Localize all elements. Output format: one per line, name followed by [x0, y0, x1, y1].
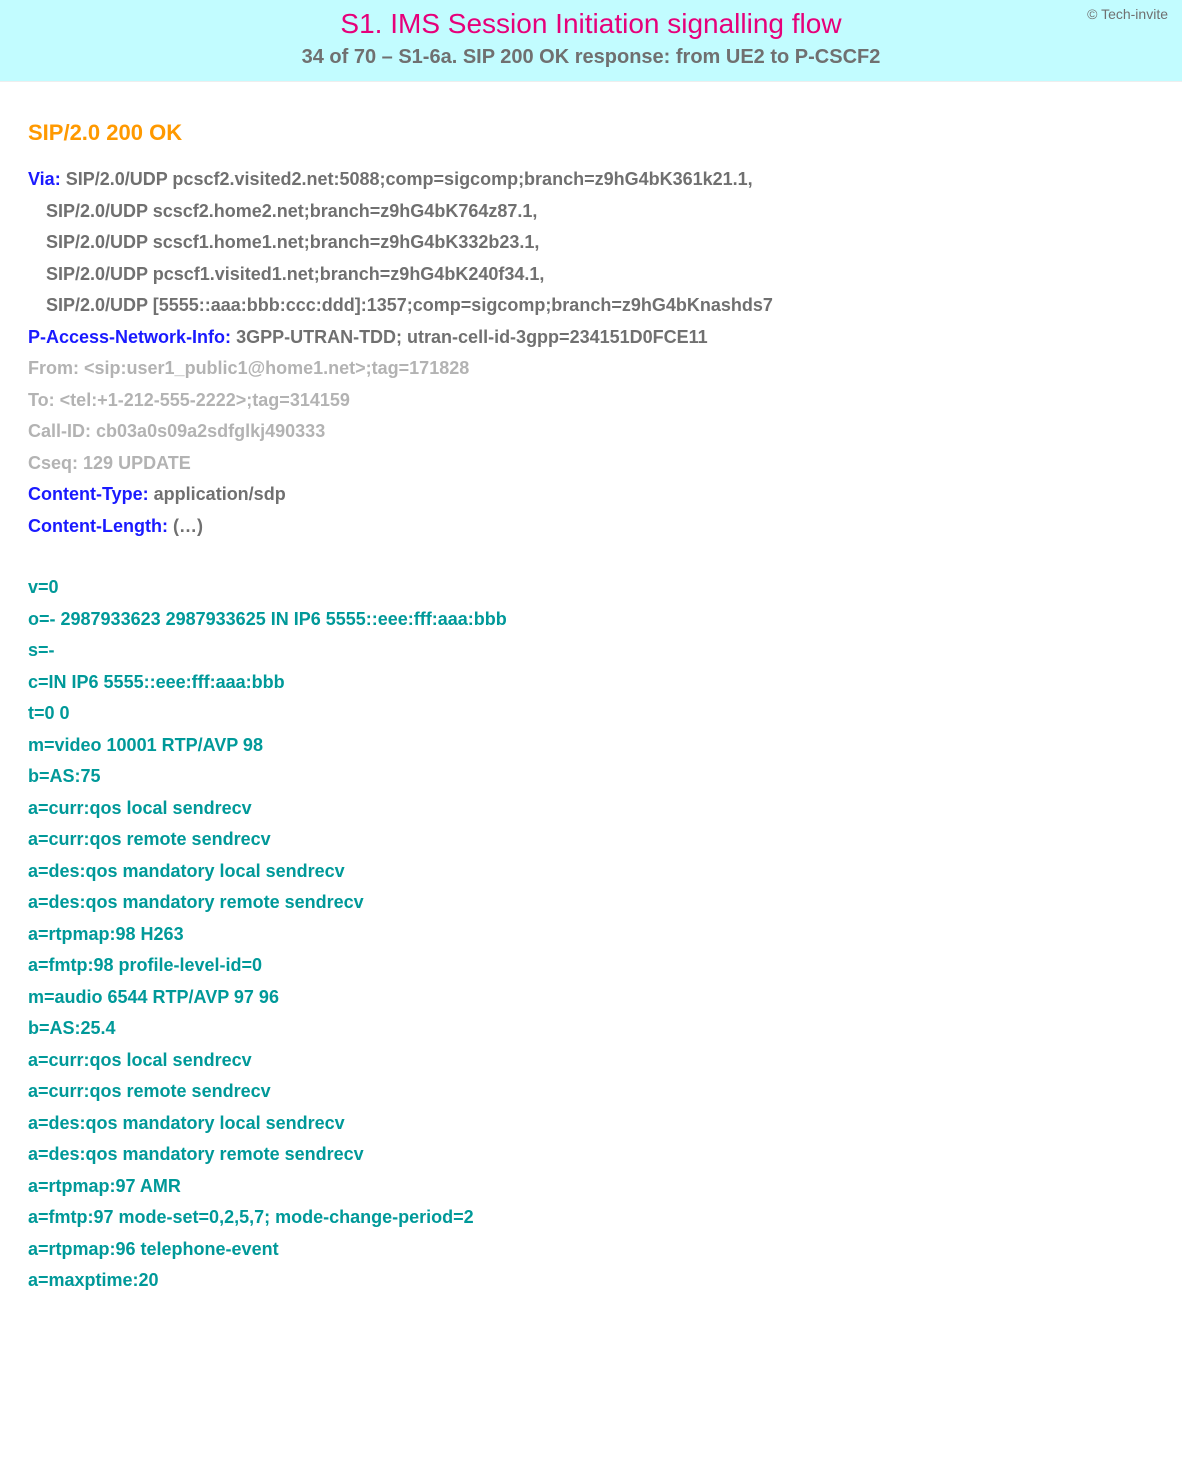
- sip-header-value: SIP/2.0/UDP scscf1.home1.net;branch=z9hG…: [46, 232, 539, 252]
- colon: :: [143, 484, 149, 504]
- sip-header-from: From: <sip:user1_public1@home1.net>;tag=…: [28, 353, 1182, 385]
- sdp-line: b=AS:75: [28, 761, 1182, 793]
- colon: :: [162, 516, 168, 536]
- sip-header-cseq: Cseq: 129 UPDATE: [28, 448, 1182, 480]
- sip-message-content: SIP/2.0 200 OK Via: SIP/2.0/UDP pcscf2.v…: [0, 82, 1182, 1327]
- page: © Tech-invite S1. IMS Session Initiation…: [0, 0, 1182, 1327]
- sip-header-via-cont: SIP/2.0/UDP pcscf1.visited1.net;branch=z…: [28, 259, 1182, 291]
- colon: :: [72, 453, 78, 473]
- sip-header-value: application/sdp: [154, 484, 286, 504]
- sdp-line: o=- 2987933623 2987933625 IN IP6 5555::e…: [28, 604, 1182, 636]
- sdp-body: v=0 o=- 2987933623 2987933625 IN IP6 555…: [28, 572, 1182, 1297]
- sdp-line: a=des:qos mandatory remote sendrecv: [28, 1139, 1182, 1171]
- sdp-line: a=curr:qos local sendrecv: [28, 793, 1182, 825]
- sip-header-value: SIP/2.0/UDP [5555::aaa:bbb:ccc:ddd]:1357…: [46, 295, 773, 315]
- sip-header-name: From: [28, 358, 73, 378]
- colon: :: [225, 327, 231, 347]
- sip-header-via-cont: SIP/2.0/UDP scscf2.home2.net;branch=z9hG…: [28, 196, 1182, 228]
- sdp-line: m=audio 6544 RTP/AVP 97 96: [28, 982, 1182, 1014]
- sdp-line: a=des:qos mandatory remote sendrecv: [28, 887, 1182, 919]
- sdp-line: a=rtpmap:97 AMR: [28, 1171, 1182, 1203]
- sip-header-name: Cseq: [28, 453, 72, 473]
- colon: :: [55, 169, 61, 189]
- sip-header-value: cb03a0s09a2sdfglkj490333: [96, 421, 325, 441]
- sdp-line: t=0 0: [28, 698, 1182, 730]
- sip-header-name: Content-Type: [28, 484, 143, 504]
- sip-header-content-length: Content-Length: (…): [28, 511, 1182, 543]
- sip-header-to: To: <tel:+1-212-555-2222>;tag=314159: [28, 385, 1182, 417]
- sip-header-callid: Call-ID: cb03a0s09a2sdfglkj490333: [28, 416, 1182, 448]
- sdp-line: a=fmtp:98 profile-level-id=0: [28, 950, 1182, 982]
- sip-header-name: Call-ID: [28, 421, 85, 441]
- sip-header-via-cont: SIP/2.0/UDP [5555::aaa:bbb:ccc:ddd]:1357…: [28, 290, 1182, 322]
- sip-header-via: Via: SIP/2.0/UDP pcscf2.visited2.net:508…: [28, 164, 1182, 196]
- sip-header-via-cont: SIP/2.0/UDP scscf1.home1.net;branch=z9hG…: [28, 227, 1182, 259]
- sip-header-value: <tel:+1-212-555-2222>;tag=314159: [60, 390, 350, 410]
- sip-header-content-type: Content-Type: application/sdp: [28, 479, 1182, 511]
- sip-header-value: SIP/2.0/UDP pcscf1.visited1.net;branch=z…: [46, 264, 544, 284]
- sip-header-value: 129 UPDATE: [83, 453, 191, 473]
- colon: :: [49, 390, 55, 410]
- sip-header-value: SIP/2.0/UDP scscf2.home2.net;branch=z9hG…: [46, 201, 537, 221]
- sdp-line: a=rtpmap:98 H263: [28, 919, 1182, 951]
- sip-header-value: 3GPP-UTRAN-TDD; utran-cell-id-3gpp=23415…: [236, 327, 708, 347]
- colon: :: [85, 421, 91, 441]
- sip-header-name: P-Access-Network-Info: [28, 327, 225, 347]
- sdp-line: a=rtpmap:96 telephone-event: [28, 1234, 1182, 1266]
- sdp-line: b=AS:25.4: [28, 1013, 1182, 1045]
- sdp-line: a=des:qos mandatory local sendrecv: [28, 1108, 1182, 1140]
- page-subtitle: 34 of 70 – S1-6a. SIP 200 OK response: f…: [10, 46, 1172, 69]
- sdp-line: m=video 10001 RTP/AVP 98: [28, 730, 1182, 762]
- sdp-line: a=fmtp:97 mode-set=0,2,5,7; mode-change-…: [28, 1202, 1182, 1234]
- sdp-line: c=IN IP6 5555::eee:fff:aaa:bbb: [28, 667, 1182, 699]
- sip-header-name: Via: [28, 169, 55, 189]
- colon: :: [73, 358, 79, 378]
- sdp-line: s=-: [28, 635, 1182, 667]
- sip-header-value: <sip:user1_public1@home1.net>;tag=171828: [84, 358, 469, 378]
- sdp-line: v=0: [28, 572, 1182, 604]
- sip-header-value: SIP/2.0/UDP pcscf2.visited2.net:5088;com…: [66, 169, 753, 189]
- page-title: S1. IMS Session Initiation signalling fl…: [10, 6, 1172, 40]
- sip-status-line: SIP/2.0 200 OK: [28, 120, 1182, 146]
- sdp-line: a=des:qos mandatory local sendrecv: [28, 856, 1182, 888]
- sdp-line: a=curr:qos remote sendrecv: [28, 1076, 1182, 1108]
- sip-header-pani: P-Access-Network-Info: 3GPP-UTRAN-TDD; u…: [28, 322, 1182, 354]
- sdp-line: a=curr:qos local sendrecv: [28, 1045, 1182, 1077]
- sip-header-name: To: [28, 390, 49, 410]
- sip-header-value: (…): [173, 516, 203, 536]
- sdp-line: a=curr:qos remote sendrecv: [28, 824, 1182, 856]
- copyright-label: © Tech-invite: [1087, 6, 1168, 22]
- sip-header-name: Content-Length: [28, 516, 162, 536]
- header: © Tech-invite S1. IMS Session Initiation…: [0, 0, 1182, 82]
- sdp-line: a=maxptime:20: [28, 1265, 1182, 1297]
